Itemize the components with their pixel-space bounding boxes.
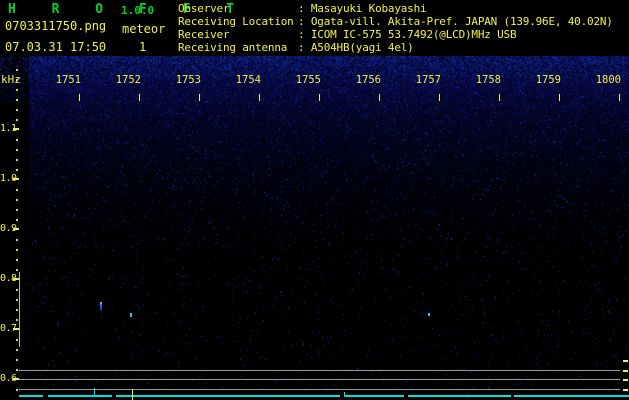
- noise-level-trace-segment: [19, 395, 43, 397]
- time-tick-mark: [79, 94, 80, 101]
- hrofft-output-image: H R O F F T 1.0.0 0703311750.png meteor …: [0, 0, 629, 400]
- freq-minor-tick: [16, 309, 18, 311]
- time-tick-mark: [439, 94, 440, 101]
- time-tick-label: 1757: [413, 74, 441, 86]
- freq-minor-tick: [16, 299, 18, 301]
- freq-minor-tick: [16, 199, 18, 201]
- station-info-value: : Masayuki Kobayashi: [298, 2, 426, 15]
- station-info-label: Receiving antenna: [178, 41, 298, 54]
- freq-minor-tick: [16, 289, 18, 291]
- freq-minor-tick: [16, 89, 18, 91]
- level-scale-bar: [19, 272, 20, 347]
- level-scale-right-tick: [623, 360, 628, 362]
- freq-minor-tick: [16, 219, 18, 221]
- freq-minor-tick: [16, 149, 18, 151]
- time-tick-label: 1758: [473, 74, 501, 86]
- freq-tick-label: 0.7: [0, 323, 14, 334]
- freq-minor-tick: [16, 119, 18, 121]
- station-info-value: : Ogata-vill. Akita-Pref. JAPAN (139.96E…: [298, 15, 613, 28]
- freq-major-tick: [13, 128, 19, 130]
- freq-tick-label: 1.0: [0, 173, 14, 184]
- meteor-echo-mark: [100, 302, 102, 311]
- freq-minor-tick: [16, 109, 18, 111]
- time-tick-label: 1753: [173, 74, 201, 86]
- freq-minor-tick: [16, 249, 18, 251]
- level-scale-right-tick: [623, 370, 628, 372]
- station-info-row: Receiver: ICOM IC-575 53.7492(@LCD)MHz U…: [178, 28, 613, 41]
- freq-major-tick: [13, 178, 19, 180]
- meteor-echo-mark: [130, 313, 132, 317]
- freq-minor-tick: [16, 369, 18, 371]
- noise-level-trace-segment: [116, 395, 340, 397]
- time-tick-label: 1752: [113, 74, 141, 86]
- level-event-tick: [132, 389, 133, 400]
- freq-minor-tick: [16, 69, 18, 71]
- freq-minor-tick: [16, 349, 18, 351]
- station-info-row: Observer: Masayuki Kobayashi: [178, 2, 613, 15]
- freq-tick-label: 0.6: [0, 373, 14, 384]
- freq-tick-label: 0.8: [0, 273, 14, 284]
- noise-level-trace-segment: [344, 395, 404, 397]
- freq-major-tick: [13, 228, 19, 230]
- time-tick-mark: [379, 94, 380, 101]
- time-tick-mark: [139, 94, 140, 101]
- noise-level-trace-segment: [408, 395, 511, 397]
- output-filename: 0703311750.png: [5, 19, 106, 33]
- station-info-row: Receiving antenna: A504HB(yagi 4el): [178, 41, 613, 54]
- meteor-count: 1: [139, 40, 146, 54]
- level-scale-right-tick: [623, 379, 628, 381]
- time-tick-mark: [559, 94, 560, 101]
- freq-minor-tick: [16, 209, 18, 211]
- spectrogram-noise-canvas: [0, 56, 629, 396]
- freq-minor-tick: [16, 139, 18, 141]
- station-info-value: : ICOM IC-575 53.7492(@LCD)MHz USB: [298, 28, 516, 41]
- noise-level-trace-segment: [48, 395, 112, 397]
- mode-label: meteor: [122, 22, 165, 36]
- observation-timestamp: 07.03.31 17:50: [5, 40, 106, 54]
- freq-minor-tick: [16, 239, 18, 241]
- station-info-block: Observer: Masayuki Kobayashi Receiving Lo…: [178, 2, 613, 54]
- freq-tick-label: 0.9: [0, 223, 14, 234]
- freq-tick-label: 1.1: [0, 123, 14, 134]
- time-tick-mark: [319, 94, 320, 101]
- time-tick-mark: [499, 94, 500, 101]
- freq-minor-tick: [16, 259, 18, 261]
- meteor-echo-mark: [428, 313, 430, 316]
- time-tick-label: 1800: [593, 74, 621, 86]
- level-event-tick: [94, 388, 95, 397]
- time-tick-label: 1754: [233, 74, 261, 86]
- freq-minor-tick: [16, 159, 18, 161]
- station-info-row: Receiving Location: Ogata-vill. Akita-Pr…: [178, 15, 613, 28]
- freq-minor-tick: [16, 389, 18, 391]
- freq-minor-tick: [16, 79, 18, 81]
- noise-level-trace-segment: [514, 395, 629, 397]
- freq-minor-tick: [16, 319, 18, 321]
- freq-minor-tick: [16, 99, 18, 101]
- app-version: 1.0.0: [121, 4, 154, 17]
- time-tick-label: 1755: [293, 74, 321, 86]
- time-tick-mark: [199, 94, 200, 101]
- time-tick-mark: [619, 94, 620, 101]
- freq-minor-tick: [16, 169, 18, 171]
- time-tick-mark: [259, 94, 260, 101]
- time-tick-label: 1756: [353, 74, 381, 86]
- time-tick-label: 1759: [533, 74, 561, 86]
- time-tick-label: 1751: [53, 74, 81, 86]
- level-reference-line: [19, 370, 620, 371]
- freq-minor-tick: [16, 269, 18, 271]
- station-info-label: Observer: [178, 2, 298, 15]
- level-event-tick: [344, 392, 345, 397]
- level-reference-line: [19, 389, 620, 390]
- station-info-label: Receiver: [178, 28, 298, 41]
- freq-minor-tick: [16, 189, 18, 191]
- freq-minor-tick: [16, 359, 18, 361]
- level-reference-line: [19, 379, 620, 380]
- level-scale-right-tick: [623, 389, 628, 391]
- station-info-label: Receiving Location: [178, 15, 298, 28]
- freq-minor-tick: [16, 339, 18, 341]
- station-info-value: : A504HB(yagi 4el): [298, 41, 414, 54]
